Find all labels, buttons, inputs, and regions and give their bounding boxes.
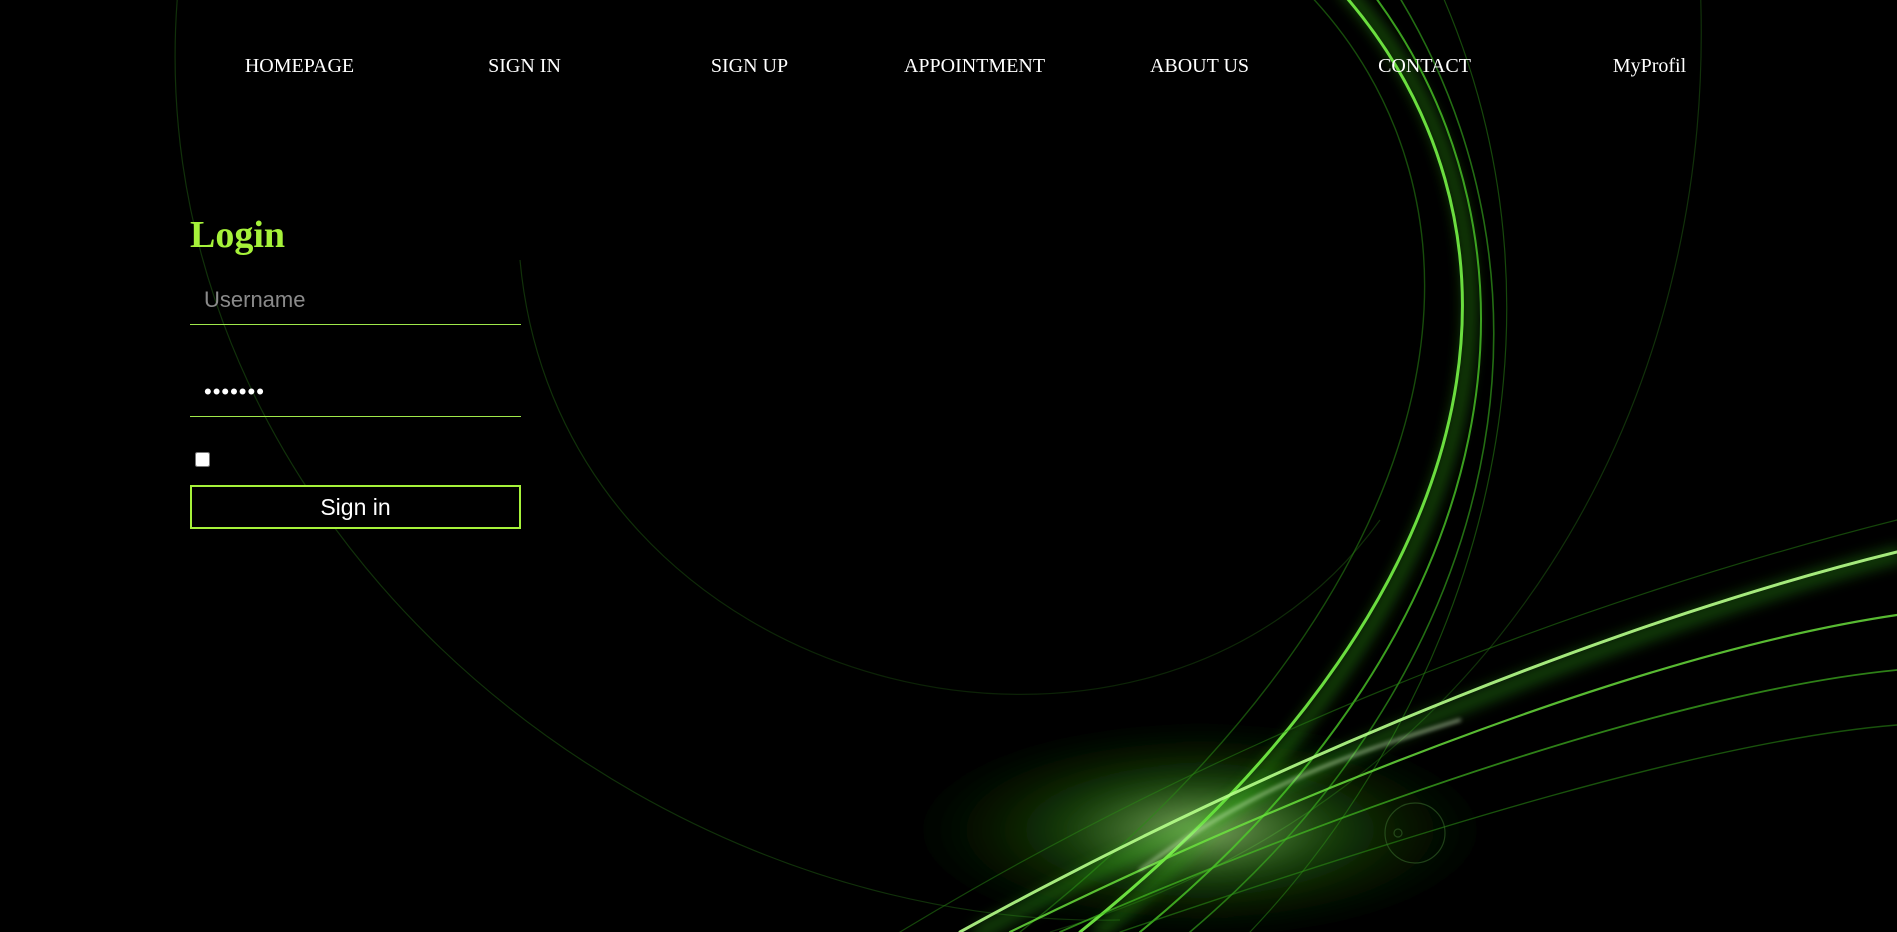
password-input[interactable] — [190, 367, 521, 417]
nav-link-sign-up[interactable]: SIGN UP — [637, 48, 862, 84]
nav-link-homepage[interactable]: HOMEPAGE — [187, 48, 412, 84]
login-title: Login — [190, 214, 286, 256]
main-navigation: HOMEPAGE SIGN IN SIGN UP APPOINTMENT ABO… — [0, 48, 1897, 84]
remember-me-checkbox[interactable] — [195, 451, 210, 467]
nav-link-sign-in[interactable]: SIGN IN — [412, 48, 637, 84]
sign-in-button[interactable]: Sign in — [190, 485, 521, 529]
nav-link-appointment[interactable]: APPOINTMENT — [862, 48, 1087, 84]
nav-link-contact[interactable]: CONTACT — [1312, 48, 1537, 84]
username-input[interactable] — [190, 275, 521, 325]
remember-me-row — [190, 449, 521, 469]
nav-link-about-us[interactable]: ABOUT US — [1087, 48, 1312, 84]
login-page: HOMEPAGE SIGN IN SIGN UP APPOINTMENT ABO… — [0, 0, 1897, 932]
nav-link-my-profile[interactable]: MyProfil — [1537, 48, 1762, 84]
login-form: Login Sign in — [190, 205, 521, 529]
